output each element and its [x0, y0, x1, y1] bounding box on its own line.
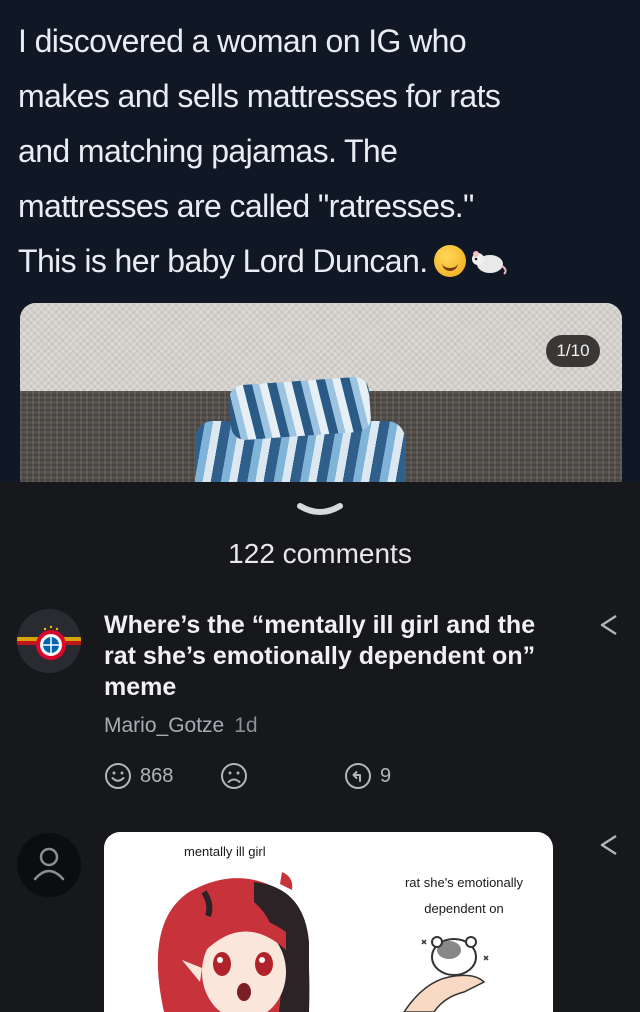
post-photo[interactable]: 1/10 [20, 303, 622, 482]
upvote-count: 868 [140, 764, 174, 787]
reply-button[interactable]: 9 [344, 762, 391, 790]
user-icon [33, 847, 65, 881]
comment-author[interactable]: Mario_Gotze [104, 714, 224, 737]
smiling-face-icon [433, 245, 466, 277]
reply-count: 9 [380, 764, 392, 787]
upvote-button[interactable]: 868 [104, 762, 173, 790]
meme-drawing [157, 872, 489, 1012]
share-icon[interactable] [596, 612, 622, 638]
reply-icon [345, 763, 371, 789]
image-counter-badge: 1/10 [546, 335, 600, 367]
bayern-badge-icon [17, 625, 81, 660]
comment-age: 1d [234, 714, 258, 737]
sad-face-icon [221, 763, 247, 789]
smile-face-icon [105, 763, 131, 789]
rat-pillow [228, 376, 372, 441]
rat-icon [471, 251, 507, 275]
default-avatar[interactable] [17, 833, 81, 897]
comment-meta: Mario_Gotze 1d [104, 714, 258, 738]
comments-count-title: 122 comments [228, 538, 412, 569]
post-text: I discovered a woman on IG who makes and… [18, 14, 618, 289]
downvote-button[interactable] [220, 762, 248, 790]
comment-text: Where’s the “mentally ill girl and the r… [104, 611, 536, 701]
share-icon[interactable] [596, 832, 622, 858]
post-card[interactable]: I discovered a woman on IG who makes and… [0, 0, 640, 482]
reply-meme-image[interactable]: mentally ill girl rat she's emotionally … [104, 832, 553, 1012]
collapse-chevron-icon[interactable] [296, 500, 344, 520]
avatar[interactable] [17, 609, 81, 673]
